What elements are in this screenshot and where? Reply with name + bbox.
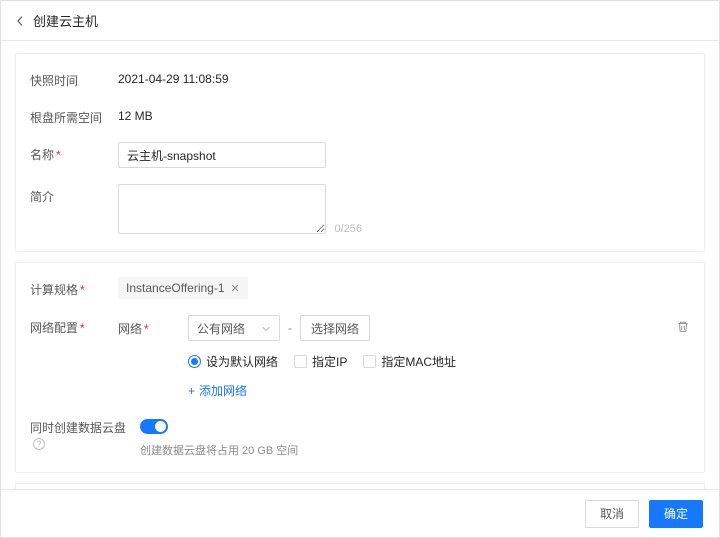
- name-label: 名称*: [30, 142, 118, 163]
- network-type-select[interactable]: 公有网络: [188, 315, 280, 341]
- chevron-down-icon: [261, 323, 271, 333]
- concurrent-disk-switch[interactable]: [140, 419, 168, 434]
- desc-label: 简介: [30, 184, 118, 205]
- content-area: 快照时间 2021-04-29 11:08:59 根盘所需空间 12 MB 名称…: [1, 41, 719, 489]
- desc-textarea[interactable]: [118, 184, 326, 234]
- select-network-button[interactable]: 选择网络: [300, 315, 370, 341]
- default-network-radio[interactable]: 设为默认网络: [188, 353, 278, 370]
- concurrent-disk-label: 同时创建数据云盘 ?: [30, 415, 140, 450]
- desc-char-count: 0/256: [334, 223, 362, 235]
- compute-spec-tag[interactable]: InstanceOffering-1 ✕: [118, 277, 248, 299]
- cancel-button[interactable]: 取消: [585, 500, 639, 528]
- page-container: 创建云主机 快照时间 2021-04-29 11:08:59 根盘所需空间 12…: [0, 0, 720, 538]
- root-space-value: 12 MB: [118, 105, 690, 123]
- network-config-label: 网络配置*: [30, 315, 118, 336]
- plus-icon: +: [188, 384, 195, 398]
- root-space-label: 根盘所需空间: [30, 105, 118, 126]
- concurrent-disk-hint: 创建数据云盘将占用 20 GB 空间: [140, 442, 298, 458]
- separator: -: [288, 321, 292, 335]
- snapshot-time-label: 快照时间: [30, 68, 118, 89]
- spec-panel: 计算规格* InstanceOffering-1 ✕ 网络配置* 网络* 公有网…: [15, 262, 705, 473]
- confirm-button[interactable]: 确定: [649, 500, 703, 528]
- close-icon[interactable]: ✕: [231, 282, 240, 295]
- back-icon[interactable]: [13, 14, 27, 28]
- add-network-button[interactable]: + 添加网络: [188, 382, 247, 399]
- compute-spec-label: 计算规格*: [30, 277, 118, 298]
- trash-icon[interactable]: [676, 320, 690, 337]
- network-sub-label: 网络*: [118, 320, 180, 337]
- specify-ip-checkbox[interactable]: 指定IP: [294, 353, 347, 370]
- page-title: 创建云主机: [33, 11, 98, 30]
- snapshot-time-value: 2021-04-29 11:08:59: [118, 68, 690, 86]
- footer: 取消 确定: [1, 489, 719, 537]
- snapshot-panel: 快照时间 2021-04-29 11:08:59 根盘所需空间 12 MB 名称…: [15, 53, 705, 252]
- specify-mac-checkbox[interactable]: 指定MAC地址: [363, 353, 456, 370]
- name-input[interactable]: [118, 142, 326, 168]
- help-icon[interactable]: ?: [33, 438, 45, 450]
- page-header: 创建云主机: [1, 1, 719, 41]
